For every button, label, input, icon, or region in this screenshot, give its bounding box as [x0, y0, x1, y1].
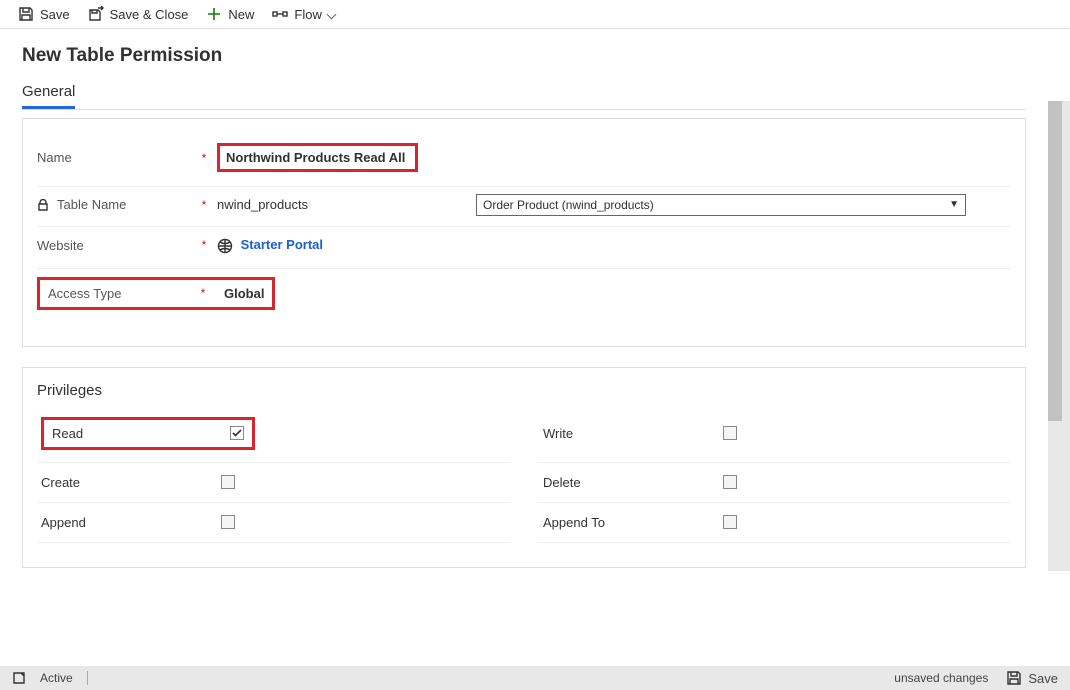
status-bar: Active unsaved changes Save	[0, 666, 1070, 690]
globe-icon	[217, 238, 233, 254]
access-type-field[interactable]: Global	[210, 286, 264, 301]
plus-icon	[206, 6, 222, 22]
general-panel: Name * Northwind Products Read All Table…	[22, 118, 1026, 347]
dropdown-selected: Order Product (nwind_products)	[483, 198, 654, 212]
page-title: New Table Permission	[22, 45, 1026, 67]
tab-bar: General	[22, 79, 1026, 110]
append-to-label: Append To	[543, 515, 723, 530]
required-asterisk: *	[197, 198, 211, 212]
dropdown-arrow-icon: ▼	[949, 199, 959, 210]
write-row: Write	[539, 405, 1011, 463]
required-asterisk: *	[196, 286, 210, 300]
flow-icon	[272, 6, 288, 22]
save-icon	[18, 6, 34, 22]
required-asterisk: *	[197, 238, 211, 252]
save-icon	[1006, 670, 1022, 686]
table-name-label: Table Name	[57, 197, 126, 212]
edit-status-icon	[12, 671, 26, 685]
table-name-field[interactable]: nwind_products	[217, 197, 308, 212]
append-row: Append	[37, 503, 509, 543]
append-label: Append	[41, 515, 221, 530]
flow-button[interactable]: Flow	[272, 6, 334, 22]
chevron-down-icon	[326, 9, 336, 19]
save-label: Save	[40, 7, 70, 22]
name-field[interactable]: Northwind Products Read All	[217, 143, 418, 172]
scrollbar-thumb[interactable]	[1048, 101, 1062, 421]
read-label: Read	[52, 426, 83, 441]
website-row: Website * Starter Portal	[37, 227, 1011, 269]
create-checkbox[interactable]	[221, 475, 235, 489]
website-label: Website	[37, 238, 84, 253]
append-checkbox[interactable]	[221, 515, 235, 529]
save-and-close-button[interactable]: Save & Close	[88, 6, 189, 22]
status-active: Active	[40, 671, 73, 685]
command-bar: Save Save & Close New Flow	[0, 0, 1070, 29]
tab-general[interactable]: General	[22, 79, 75, 109]
new-button[interactable]: New	[206, 6, 254, 22]
create-row: Create	[37, 463, 509, 503]
access-type-label: Access Type	[48, 286, 121, 301]
unsaved-indicator: unsaved changes	[894, 671, 988, 685]
delete-label: Delete	[543, 475, 723, 490]
read-row: Read	[37, 405, 509, 463]
delete-checkbox[interactable]	[723, 475, 737, 489]
privileges-heading: Privileges	[37, 382, 1011, 399]
write-label: Write	[543, 426, 723, 441]
read-checkbox[interactable]	[230, 426, 244, 440]
delete-row: Delete	[539, 463, 1011, 503]
lock-icon	[37, 199, 49, 211]
status-save-button[interactable]: Save	[1006, 670, 1058, 686]
append-to-row: Append To	[539, 503, 1011, 543]
website-link[interactable]: Starter Portal	[241, 237, 323, 252]
status-save-label: Save	[1028, 671, 1058, 686]
form-content: New Table Permission General Name * Nort…	[0, 29, 1048, 588]
privileges-panel: Privileges Read Write Create Delete	[22, 367, 1026, 568]
flow-label: Flow	[294, 7, 321, 22]
required-asterisk: *	[197, 151, 211, 165]
save-close-icon	[88, 6, 104, 22]
name-label: Name	[37, 150, 72, 165]
write-checkbox[interactable]	[723, 426, 737, 440]
divider	[87, 671, 88, 685]
scrollbar[interactable]	[1048, 101, 1070, 571]
save-close-label: Save & Close	[110, 7, 189, 22]
append-to-checkbox[interactable]	[723, 515, 737, 529]
name-row: Name * Northwind Products Read All	[37, 133, 1011, 187]
table-name-row: Table Name * nwind_products Order Produc…	[37, 187, 1011, 227]
save-button[interactable]: Save	[18, 6, 70, 22]
access-type-row: Access Type * Global	[37, 269, 1011, 322]
new-label: New	[228, 7, 254, 22]
table-lookup-dropdown[interactable]: Order Product (nwind_products) ▼	[476, 194, 966, 216]
create-label: Create	[41, 475, 221, 490]
